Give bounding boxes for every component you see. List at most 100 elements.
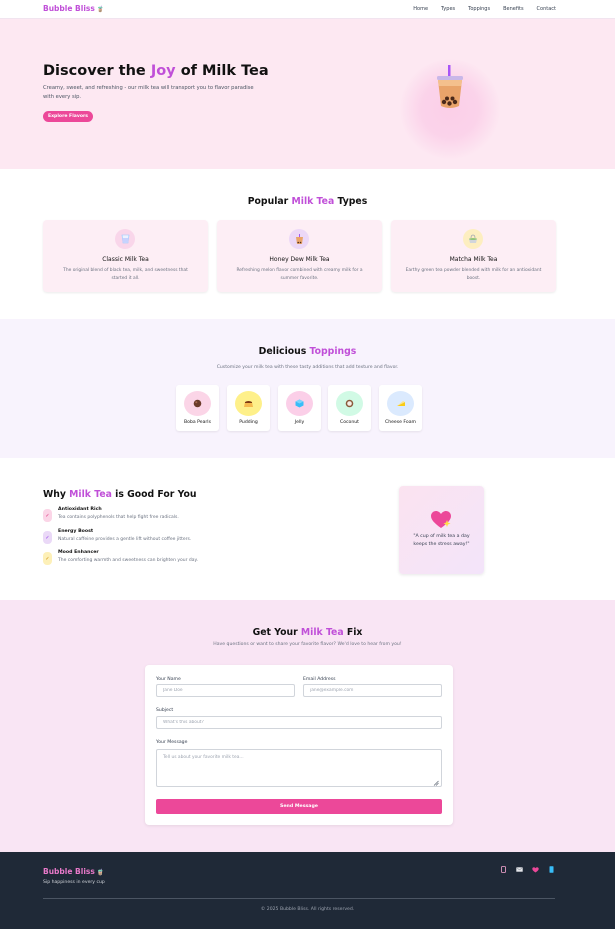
email-icon[interactable] <box>516 866 523 873</box>
type-card-title: Honey Dew Milk Tea <box>269 256 330 263</box>
footer: Bubble Bliss 🧋 Sip happiness in every cup… <box>0 852 615 929</box>
coconut-icon <box>336 391 363 416</box>
benefit-desc: Tea contains polyphenols that help fight… <box>58 515 179 520</box>
benefit-mood: ✓ Mood Enhancer The comforting warmth an… <box>43 550 343 570</box>
quote-card: "A cup of milk tea a day keeps the stres… <box>399 486 484 574</box>
cup-icon <box>115 229 135 249</box>
jelly-icon <box>286 391 313 416</box>
toppings-section: Delicious Toppings Customize your milk t… <box>0 319 615 458</box>
check-icon: ✓ <box>43 531 52 544</box>
nav-link-benefits[interactable]: Benefits <box>503 6 523 12</box>
topping-label: Jelly <box>294 420 305 425</box>
type-card-title: Matcha Milk Tea <box>449 256 498 263</box>
benefit-title: Energy Boost <box>58 529 94 534</box>
cup-icon: 🧋 <box>96 869 105 876</box>
topping-label: Cheese Foam <box>384 420 417 425</box>
why-title-highlight: Milk Tea <box>69 489 112 500</box>
topping-pudding[interactable]: Pudding <box>227 385 270 431</box>
cheese-icon <box>387 391 414 416</box>
types-title-pre: Popular <box>247 196 292 207</box>
explore-flavors-button[interactable]: Explore Flavors <box>43 111 93 122</box>
footer-logo: Bubble Bliss 🧋 <box>43 867 104 876</box>
topping-label: Pudding <box>239 420 258 425</box>
contact-title: Get Your Milk Tea Fix <box>0 627 615 638</box>
matcha-icon <box>463 229 483 249</box>
subject-label: Subject <box>156 708 174 713</box>
toppings-title: Delicious Toppings <box>0 346 615 357</box>
benefit-title: Antioxidant Rich <box>58 507 102 512</box>
type-card-desc: Refreshing melon flavor combined with cr… <box>236 268 363 281</box>
resize-handle-icon[interactable] <box>433 780 439 786</box>
nav-link-toppings[interactable]: Toppings <box>468 6 490 12</box>
message-label: Your Message <box>156 740 188 745</box>
heart-icon[interactable] <box>532 866 539 873</box>
email-input[interactable] <box>303 684 442 697</box>
toppings-title-highlight: Toppings <box>309 346 357 357</box>
type-card-desc: Earthy green tea powder blended with mil… <box>405 268 542 281</box>
send-message-button[interactable]: Send Message <box>156 799 442 814</box>
benefit-title: Mood Enhancer <box>58 550 99 555</box>
topping-cheese-foam[interactable]: Cheese Foam <box>379 385 422 431</box>
name-label: Your Name <box>156 677 181 682</box>
contact-title-highlight: Milk Tea <box>300 627 344 638</box>
message-textarea[interactable] <box>156 749 442 787</box>
name-input[interactable] <box>156 684 295 697</box>
nav-links: Home Types Toppings Benefits Contact <box>413 6 556 12</box>
footer-copyright: © 2025 Bubble Bliss. All rights reserved… <box>260 907 355 912</box>
nav-link-types[interactable]: Types <box>441 6 455 12</box>
logo-text: Bubble Bliss <box>43 4 95 13</box>
boba-icon <box>184 391 211 416</box>
benefit-desc: Natural caffeine provides a gentle lift … <box>58 537 192 542</box>
why-title-post: is Good For You <box>111 489 197 500</box>
toppings-title-pre: Delicious <box>258 346 310 357</box>
type-card-classic[interactable]: Classic Milk Tea The original blend of b… <box>43 220 208 292</box>
benefit-energy: ✓ Energy Boost Natural caffeine provides… <box>43 529 343 549</box>
topping-jelly[interactable]: Jelly <box>278 385 321 431</box>
quote-text: "A cup of milk tea a day keeps the stres… <box>413 534 470 547</box>
type-card-title: Classic Milk Tea <box>102 256 149 263</box>
check-icon: ✓ <box>43 509 52 522</box>
contact-subtitle: Have questions or want to share your fav… <box>213 642 402 647</box>
footer-logo-text: Bubble Bliss <box>43 867 95 876</box>
topping-label: Coconut <box>340 420 359 425</box>
phone-icon[interactable] <box>548 866 555 873</box>
hero-section: Discover the Joy of Milk Tea Creamy, swe… <box>0 19 615 169</box>
benefit-desc: The comforting warmth and sweetness can … <box>58 558 198 563</box>
type-card-matcha[interactable]: Matcha Milk Tea Earthy green tea powder … <box>391 220 556 292</box>
subject-input[interactable] <box>156 716 442 729</box>
logo[interactable]: Bubble Bliss 🧋 <box>43 4 104 13</box>
types-title-post: Types <box>334 196 368 207</box>
hero-subtitle: Creamy, sweet, and refreshing - our milk… <box>43 85 254 100</box>
toppings-subtitle: Customize your milk tea with these tasty… <box>216 365 399 370</box>
contact-title-pre: Get Your <box>252 627 301 638</box>
hero-title-pre: Discover the <box>43 63 151 79</box>
footer-divider <box>43 898 555 899</box>
topping-label: Boba Pearls <box>184 420 211 425</box>
nav-link-home[interactable]: Home <box>413 6 428 12</box>
types-title-highlight: Milk Tea <box>291 196 335 207</box>
cup-icon: 🧋 <box>96 6 105 13</box>
why-title-pre: Why <box>43 489 70 500</box>
pudding-icon <box>235 391 262 416</box>
bubble-tea-icon <box>289 229 309 249</box>
type-card-desc: The original blend of black tea, milk, a… <box>63 268 188 281</box>
navbar: Bubble Bliss 🧋 Home Types Toppings Benefi… <box>0 0 615 19</box>
nav-link-contact[interactable]: Contact <box>537 6 556 12</box>
instagram-icon[interactable] <box>500 866 507 873</box>
footer-social-icons <box>500 866 555 873</box>
email-label: Email Address <box>303 677 336 682</box>
types-title: Popular Milk Tea Types <box>0 196 615 207</box>
hero-title-post: of Milk Tea <box>175 63 269 79</box>
hero-title: Discover the Joy of Milk Tea <box>43 63 269 79</box>
why-title: Why Milk Tea is Good For You <box>43 489 196 500</box>
type-card-honeydew[interactable]: Honey Dew Milk Tea Refreshing melon flav… <box>217 220 382 292</box>
bubble-tea-icon <box>437 65 463 108</box>
hero-title-highlight: Joy <box>150 63 176 79</box>
topping-coconut[interactable]: Coconut <box>328 385 371 431</box>
sparkling-heart-icon <box>431 511 451 528</box>
footer-tagline: Sip happiness in every cup <box>43 880 105 885</box>
page: Bubble Bliss 🧋 Home Types Toppings Benefi… <box>0 0 615 929</box>
contact-title-post: Fix <box>343 627 363 638</box>
check-icon: ✓ <box>43 552 52 565</box>
topping-boba[interactable]: Boba Pearls <box>176 385 219 431</box>
